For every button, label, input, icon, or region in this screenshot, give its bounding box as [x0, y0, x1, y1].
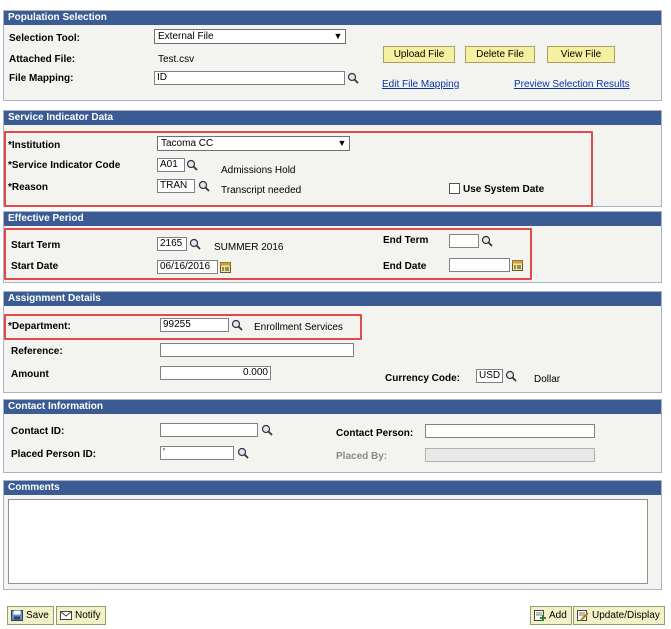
- comments-header: Comments: [4, 481, 661, 495]
- calendar-icon[interactable]: [220, 261, 231, 273]
- edit-file-mapping-link[interactable]: Edit File Mapping: [382, 79, 459, 90]
- magnifier-icon[interactable]: [237, 447, 249, 459]
- calendar-icon[interactable]: [512, 259, 523, 271]
- contact-id-label: Contact ID:: [11, 426, 65, 437]
- contact-person-input[interactable]: [425, 424, 595, 438]
- end-date-label: End Date: [383, 261, 427, 272]
- placed-by-label: Placed By:: [336, 451, 388, 462]
- chevron-down-icon: ▼: [333, 31, 343, 41]
- currency-desc: Dollar: [534, 374, 561, 385]
- assignment-details-header: Assignment Details: [4, 292, 661, 306]
- magnifier-icon[interactable]: [198, 180, 210, 192]
- contact-information-header: Contact Information: [4, 400, 661, 414]
- selection-tool-label: Selection Tool:: [9, 33, 80, 44]
- end-term-label: End Term: [383, 235, 429, 246]
- end-date-input[interactable]: [449, 258, 510, 272]
- save-label: Save: [26, 610, 49, 621]
- magnifier-icon[interactable]: [231, 319, 243, 331]
- attached-file-label: Attached File:: [9, 54, 76, 65]
- amount-label: Amount: [11, 369, 49, 380]
- reason-label: *Reason: [8, 182, 49, 193]
- end-term-input[interactable]: [449, 234, 479, 248]
- start-term-desc: SUMMER 2016: [214, 242, 284, 253]
- save-icon: [11, 610, 23, 621]
- amount-input[interactable]: 0.000: [160, 366, 271, 380]
- delete-file-button[interactable]: Delete File: [465, 46, 535, 63]
- department-desc: Enrollment Services: [254, 322, 343, 333]
- magnifier-icon[interactable]: [505, 370, 517, 382]
- start-term-label: Start Term: [11, 240, 61, 251]
- comments-textarea[interactable]: [8, 499, 648, 584]
- department-label: *Department:: [8, 321, 71, 332]
- use-system-date-label: Use System Date: [463, 184, 545, 195]
- assignment-details-section: Assignment Details: [3, 291, 662, 393]
- file-mapping-input[interactable]: ID: [154, 71, 345, 85]
- file-mapping-label: File Mapping:: [9, 73, 74, 84]
- selection-tool-select[interactable]: External File ▼: [154, 29, 346, 44]
- update-display-button[interactable]: Update/Display: [573, 606, 665, 625]
- add-icon: [534, 610, 546, 621]
- chevron-down-icon: ▼: [337, 138, 347, 148]
- population-selection-header: Population Selection: [4, 11, 661, 25]
- preview-selection-results-link[interactable]: Preview Selection Results: [514, 79, 630, 90]
- use-system-date-checkbox[interactable]: [449, 183, 460, 194]
- magnifier-icon[interactable]: [481, 235, 493, 247]
- contact-person-label: Contact Person:: [336, 428, 414, 439]
- effective-period-header: Effective Period: [4, 212, 661, 226]
- institution-value: Tacoma CC: [161, 138, 214, 149]
- currency-code-label: Currency Code:: [385, 373, 461, 384]
- service-indicator-desc: Admissions Hold: [221, 165, 296, 176]
- institution-select[interactable]: Tacoma CC ▼: [157, 136, 350, 151]
- notify-button[interactable]: Notify: [56, 606, 106, 625]
- reference-label: Reference:: [11, 346, 63, 357]
- reference-input[interactable]: [160, 343, 354, 357]
- contact-id-input[interactable]: [160, 423, 258, 437]
- placed-person-id-input[interactable]: ': [160, 446, 234, 460]
- save-button[interactable]: Save: [7, 606, 54, 625]
- magnifier-icon[interactable]: [261, 424, 273, 436]
- selection-tool-value: External File: [158, 31, 214, 42]
- update-icon: [577, 610, 589, 621]
- notify-icon: [60, 611, 72, 620]
- service-indicator-header: Service Indicator Data: [4, 111, 661, 125]
- add-button[interactable]: Add: [530, 606, 572, 625]
- currency-code-input[interactable]: USD: [476, 369, 503, 383]
- notify-label: Notify: [75, 610, 101, 621]
- view-file-button[interactable]: View File: [547, 46, 615, 63]
- magnifier-icon[interactable]: [186, 159, 198, 171]
- update-display-label: Update/Display: [592, 610, 660, 621]
- magnifier-icon[interactable]: [347, 72, 359, 84]
- start-term-input[interactable]: 2165: [157, 237, 187, 251]
- placed-by-input: [425, 448, 595, 462]
- department-input[interactable]: 99255: [160, 318, 229, 332]
- attached-file-value: Test.csv: [158, 54, 195, 65]
- magnifier-icon[interactable]: [189, 238, 201, 250]
- service-indicator-code-input[interactable]: A01: [157, 158, 185, 172]
- reason-desc: Transcript needed: [221, 185, 302, 196]
- institution-label: *Institution: [8, 140, 61, 151]
- reason-input[interactable]: TRAN: [157, 179, 195, 193]
- upload-file-button[interactable]: Upload File: [383, 46, 455, 63]
- service-indicator-code-label: *Service Indicator Code: [8, 160, 121, 171]
- start-date-label: Start Date: [11, 261, 59, 272]
- add-label: Add: [549, 610, 567, 621]
- start-date-input[interactable]: 06/16/2016: [157, 260, 218, 274]
- placed-person-id-label: Placed Person ID:: [11, 449, 97, 460]
